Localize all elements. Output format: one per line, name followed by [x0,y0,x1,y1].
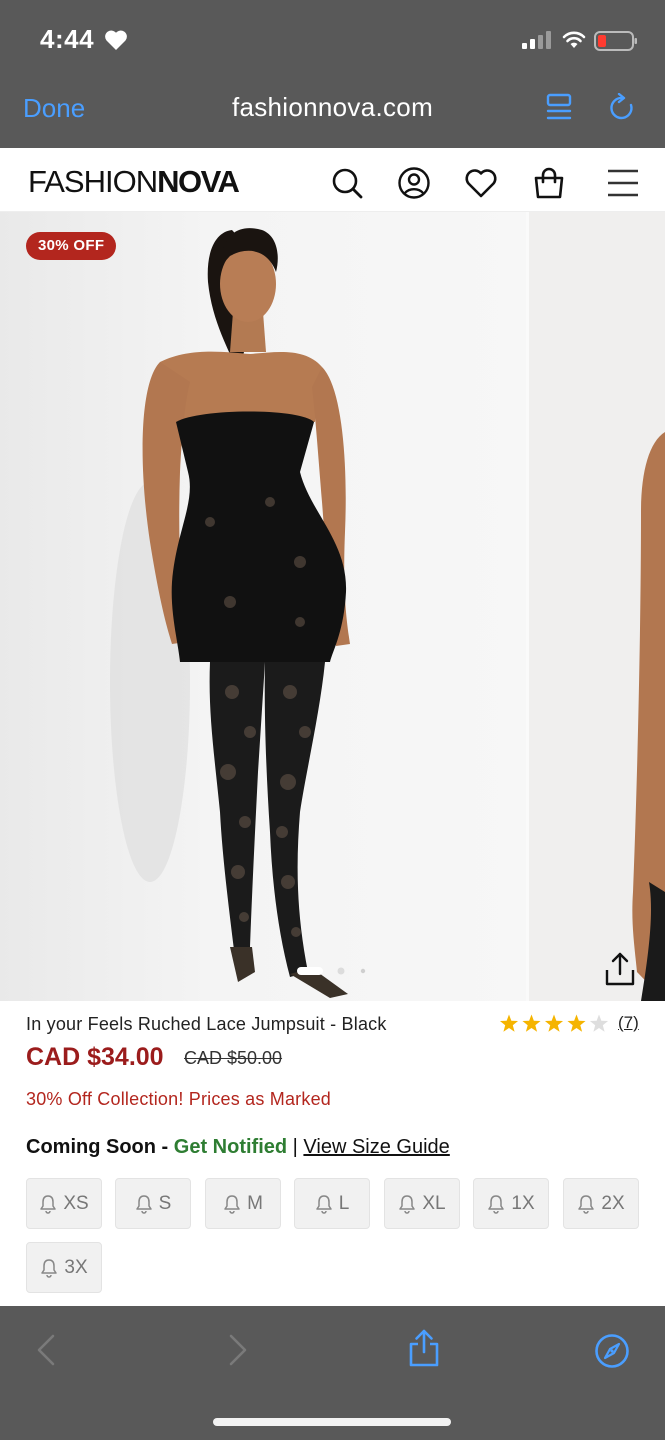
dash-separator: - [155,1136,174,1158]
coming-soon-label: Coming Soon [26,1136,156,1158]
carousel-pagination-dots[interactable] [297,966,377,976]
size-label: M [247,1192,263,1214]
review-count-link[interactable]: (7) [618,1013,639,1033]
size-button-s[interactable]: S [115,1178,191,1229]
size-label: 1X [511,1192,535,1214]
product-image-next[interactable] [529,212,665,1001]
bell-icon [315,1194,332,1214]
forward-icon[interactable] [228,1334,248,1366]
availability-line: Coming Soon - Get Notified | View Size G… [26,1136,450,1159]
bell-icon [40,1194,57,1214]
heart-status-icon [105,30,127,50]
share-toolbar-icon[interactable] [407,1328,441,1368]
menu-icon[interactable] [606,166,640,200]
promo-message: 30% Off Collection! Prices as Marked [26,1089,331,1109]
size-button-1x[interactable]: 1X [473,1178,549,1229]
cellular-signal-icon [522,31,551,49]
product-image-main[interactable] [0,212,526,1001]
bell-icon [41,1258,58,1278]
star-empty-icon [589,1014,609,1032]
fashionnova-logo[interactable]: FASHIONNOVA [28,166,240,198]
share-icon[interactable] [603,950,637,988]
wishlist-heart-icon[interactable] [464,166,498,200]
size-button-l[interactable]: L [294,1178,370,1229]
product-image-carousel[interactable] [0,212,665,1001]
sale-price: CAD $34.00 [26,1043,164,1071]
wifi-icon [562,31,586,48]
product-name: In your Feels Ruched Lace Jumpsuit - Bla… [26,1014,387,1034]
get-notified-link[interactable]: Get Notified [174,1136,287,1158]
bell-icon [135,1194,152,1214]
bell-icon [399,1194,416,1214]
original-price: CAD $50.00 [184,1048,283,1068]
size-button-2x[interactable]: 2X [563,1178,639,1229]
bell-icon [488,1194,505,1214]
size-label: S [158,1192,172,1214]
size-button-3x[interactable]: 3X [26,1242,102,1293]
rating-stars[interactable] [498,1012,610,1036]
compass-icon[interactable] [594,1333,630,1369]
star-filled-icon [499,1014,519,1032]
reload-icon[interactable] [608,93,638,123]
discount-badge: 30% OFF [26,232,117,260]
star-filled-icon [522,1014,541,1032]
url-text: fashionnova.com [231,92,434,122]
battery-low-icon [594,31,637,51]
size-label: 2X [601,1192,625,1214]
bell-icon [224,1194,240,1214]
bell-icon [578,1194,595,1214]
app-root: { "status_bar": { "time": "4:44" }, "bro… [0,0,665,1440]
size-button-m[interactable]: M [205,1178,281,1229]
back-icon[interactable] [36,1334,56,1366]
star-filled-icon [567,1014,586,1032]
size-label: XS [63,1192,89,1214]
pipe-separator: | [287,1136,304,1158]
home-indicator [213,1418,451,1426]
account-icon[interactable] [397,166,431,200]
star-filled-icon [544,1014,564,1032]
size-button-xs[interactable]: XS [26,1178,102,1229]
size-label: XL [422,1192,446,1214]
search-icon[interactable] [330,166,364,200]
size-button-xl[interactable]: XL [384,1178,460,1229]
model-photo [110,228,350,998]
shopping-bag-icon[interactable] [532,166,566,200]
status-time: 4:44 [40,24,95,54]
size-label: 3X [64,1256,88,1278]
size-guide-link[interactable]: View Size Guide [303,1136,449,1158]
model-photo-next [632,432,665,1001]
size-label: L [338,1192,350,1214]
reader-mode-icon[interactable] [545,93,573,123]
browser-top-chrome [0,0,665,148]
